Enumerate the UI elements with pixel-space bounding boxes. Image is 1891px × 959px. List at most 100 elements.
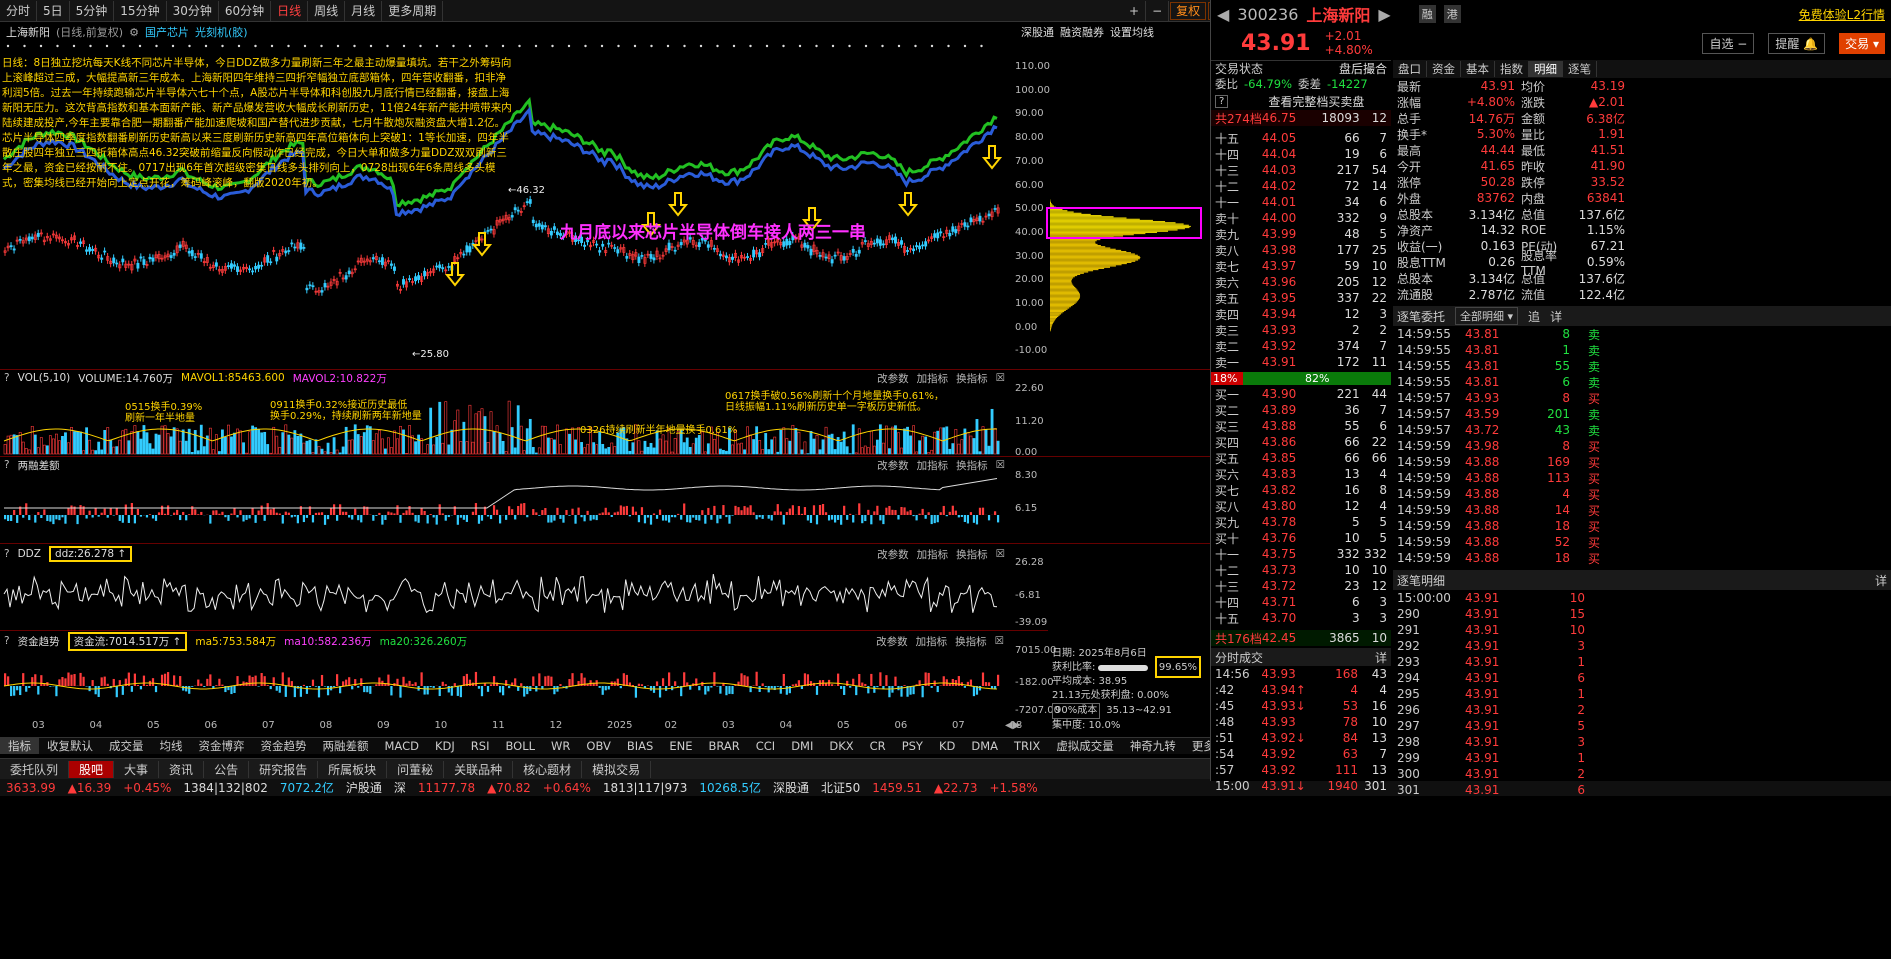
indicator-tab[interactable]: 两融差额 — [315, 738, 377, 754]
gear-icon[interactable]: ⚙ — [129, 26, 139, 39]
add-indicator-button[interactable]: 加指标 — [917, 371, 949, 386]
indicator-tab[interactable]: BOLL — [497, 739, 543, 753]
close-icon[interactable]: ☒ — [996, 548, 1005, 560]
watchlist-button[interactable]: 自选 − — [1702, 32, 1755, 54]
period-more[interactable]: 更多周期 — [382, 0, 444, 21]
period-30min[interactable]: 30分钟 — [167, 0, 219, 21]
bottom-tab[interactable]: 核心题材 — [513, 760, 583, 778]
detail-tab[interactable]: 盘口 — [1393, 61, 1427, 77]
detail-tab[interactable]: 资金 — [1427, 61, 1461, 77]
bottom-tab[interactable]: 委托队列 — [0, 760, 70, 778]
link-rzrq[interactable]: 融资融券 — [1060, 24, 1104, 40]
period-month[interactable]: 月线 — [345, 0, 383, 21]
indicator-tab[interactable]: 神奇九转 — [1122, 738, 1184, 754]
bottom-tab[interactable]: 关联品种 — [444, 760, 514, 778]
bottom-tab[interactable]: 问董秘 — [387, 760, 445, 778]
alert-button[interactable]: 提醒 🔔 — [1768, 32, 1826, 54]
indicator-tab[interactable]: PSY — [894, 739, 931, 753]
indicator-tab[interactable]: ENE — [661, 739, 700, 753]
help-icon[interactable]: ? — [4, 372, 10, 384]
edit-params-button[interactable]: 改参数 — [877, 371, 909, 386]
next-stock-icon[interactable]: ▶ — [1378, 5, 1390, 24]
indicator-tab[interactable]: CR — [862, 739, 894, 753]
indicator-tab[interactable]: MACD — [377, 739, 427, 753]
bottom-tab[interactable]: 研究报告 — [249, 760, 319, 778]
indicator-tab[interactable]: CCI — [748, 739, 783, 753]
period-week[interactable]: 周线 — [308, 0, 346, 21]
indicator-tab[interactable]: 指标 — [0, 738, 39, 754]
ts-price: 43.93↓ — [1261, 699, 1306, 713]
chase-button[interactable]: 追 — [1528, 308, 1540, 325]
minus-icon[interactable]: − — [1146, 0, 1170, 21]
period-5min[interactable]: 5分钟 — [70, 0, 115, 21]
indicator-tab[interactable]: 资金趋势 — [253, 738, 315, 754]
indicator-tab[interactable]: RSI — [463, 739, 498, 753]
level-orders: 10 — [1371, 563, 1387, 577]
bottom-tab[interactable]: 股吧 — [69, 760, 115, 778]
concept-tag[interactable]: 光刻机(胶) — [195, 24, 248, 40]
l2-promo-link[interactable]: 免费体验L2行情 — [1799, 6, 1885, 23]
period-15min[interactable]: 15分钟 — [114, 0, 167, 21]
bottom-tab[interactable]: 大事 — [114, 760, 160, 778]
add-indicator-button[interactable]: 加指标 — [916, 634, 948, 649]
indicator-tab[interactable]: BIAS — [619, 739, 661, 753]
book-level: 卖九 43.99 48 5 — [1211, 226, 1391, 242]
sgt-label[interactable]: 深股通 — [767, 779, 815, 796]
edit-params-button[interactable]: 改参数 — [876, 634, 908, 649]
indicator-tab[interactable]: 均线 — [152, 738, 191, 754]
bottom-tab[interactable]: 所属板块 — [318, 760, 388, 778]
indicator-tab[interactable]: 资金博弈 — [191, 738, 253, 754]
bz-change: ▲22.73 — [933, 780, 978, 795]
period-60min[interactable]: 60分钟 — [219, 0, 272, 21]
period-day[interactable]: 日线 — [271, 0, 309, 21]
indicator-tab[interactable]: OBV — [578, 739, 618, 753]
indicator-tab[interactable]: KDJ — [427, 739, 463, 753]
close-icon[interactable]: ☒ — [995, 635, 1004, 647]
tick-detail-button[interactable]: 详 — [1875, 572, 1887, 589]
scroll-arrow-icon[interactable]: ◀▶ — [1005, 720, 1020, 731]
detail-tab[interactable]: 明细 — [1529, 61, 1563, 77]
period-5day[interactable]: 5日 — [37, 0, 70, 21]
sh-index[interactable]: 3633.99 — [0, 781, 62, 795]
cost-select[interactable]: 90%成本 — [1052, 703, 1101, 719]
indicator-tab[interactable]: BRAR — [700, 739, 747, 753]
help-icon[interactable]: ? — [4, 548, 10, 560]
detail-tab[interactable]: 逐笔 — [1563, 61, 1597, 77]
detail-tab[interactable]: 基本 — [1461, 61, 1495, 77]
bz-label[interactable]: 北证50 — [815, 779, 866, 796]
indicator-tab[interactable]: DKX — [821, 739, 861, 753]
full-book-button[interactable]: 查看完整档买卖盘 — [1268, 93, 1364, 110]
bottom-tab[interactable]: 模拟交易 — [582, 760, 652, 778]
help-icon[interactable]: ? — [1215, 94, 1229, 108]
link-ma-settings[interactable]: 设置均线 — [1110, 24, 1154, 40]
sz-label[interactable]: 深 — [388, 779, 412, 796]
hgt-label[interactable]: 沪股通 — [340, 779, 388, 796]
help-icon[interactable]: ? — [4, 635, 10, 647]
close-icon[interactable]: ☒ — [996, 372, 1005, 384]
indicator-tab[interactable]: KD — [931, 739, 963, 753]
indicator-tab[interactable]: 收复默认 — [39, 738, 101, 754]
period-fenshi[interactable]: 分时 — [0, 0, 38, 21]
order-filter-select[interactable]: 全部明细 ▾ — [1455, 307, 1519, 325]
timesale-detail-button[interactable]: 详 — [1375, 649, 1387, 666]
indicator-tab[interactable]: 成交量 — [101, 738, 152, 754]
level-volume: 12 — [1344, 307, 1360, 321]
concept-tag[interactable]: 国产芯片 — [145, 24, 189, 40]
swap-indicator-button[interactable]: 换指标 — [955, 634, 987, 649]
swap-indicator-button[interactable]: 换指标 — [956, 371, 988, 386]
detail-button[interactable]: 详 — [1550, 308, 1562, 325]
indicator-tab[interactable]: DMI — [783, 739, 821, 753]
fuquan-button[interactable]: 复权 — [1170, 1, 1207, 20]
indicator-tab[interactable]: WR — [543, 739, 578, 753]
indicator-tab[interactable]: DMA — [963, 739, 1006, 753]
link-shengutong[interactable]: 深股通 — [1021, 24, 1054, 40]
detail-tab[interactable]: 指数 — [1495, 61, 1529, 77]
bottom-tab[interactable]: 公告 — [204, 760, 250, 778]
indicator-tab[interactable]: 虚拟成交量 — [1048, 738, 1122, 754]
bottom-tab[interactable]: 资讯 — [159, 760, 205, 778]
indicator-tab[interactable]: TRIX — [1006, 739, 1048, 753]
plus-icon[interactable]: + — [1123, 0, 1147, 21]
trade-button[interactable]: 交易 ▾ — [1839, 32, 1885, 54]
prev-stock-icon[interactable]: ◀ — [1217, 5, 1229, 24]
stat-label: 股息TTM — [1397, 255, 1446, 270]
